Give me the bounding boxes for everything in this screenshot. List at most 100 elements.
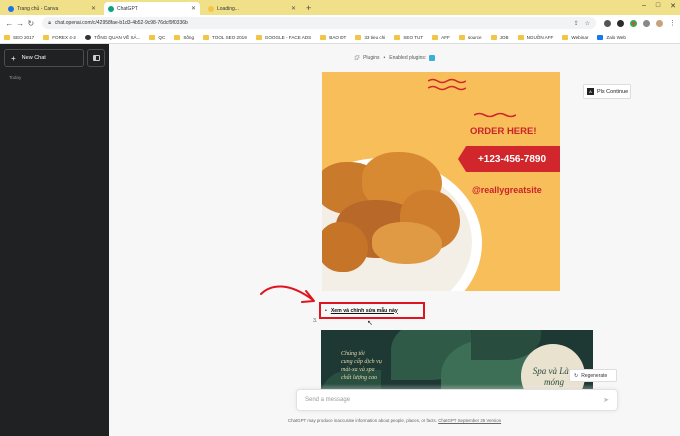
extension-icon[interactable]: [603, 19, 611, 27]
decor-wave-icon: [428, 85, 466, 91]
bookmark-item[interactable]: QC: [149, 34, 165, 40]
folder-icon: [458, 34, 465, 40]
browser-tab-loading[interactable]: Loading... ✕: [204, 2, 300, 15]
close-tab-icon[interactable]: ✕: [91, 5, 96, 12]
decor-wave-icon: [474, 112, 516, 118]
lock-icon: 🔒︎: [48, 20, 51, 26]
pls-continue-button[interactable]: A Pls Continue: [583, 84, 631, 99]
red-arrow-annotation-icon: [260, 285, 315, 303]
website-handle-text: @reallygreatsite: [472, 185, 542, 195]
section-heading-today: Today: [9, 75, 22, 80]
chat-main: 🧩︎ Plugins • Enabled plugins: ORDER HERE…: [109, 44, 680, 436]
folder-icon: [4, 34, 10, 40]
extension-icon[interactable]: [642, 19, 650, 27]
bookmark-item[interactable]: Webinar: [562, 34, 588, 40]
list-number: 3.: [313, 318, 318, 324]
folder-icon: [149, 34, 156, 40]
back-icon[interactable]: ←: [4, 19, 15, 28]
bookmark-item[interactable]: NGUỒN AFF: [517, 34, 553, 40]
fried-chicken-poster-image: ORDER HERE! +123-456-7890 @reallygreatsi…: [322, 72, 560, 291]
loading-favicon-icon: [208, 5, 214, 12]
regenerate-button[interactable]: ↻ Regenerate: [569, 369, 617, 382]
bookmarks-bar: SEO 2017 FOREX 4-2 TỔNG QUAN VỀ SẢ... QC…: [0, 31, 680, 44]
fried-chicken-piece: [322, 222, 368, 272]
folder-icon: [320, 34, 327, 40]
close-window-icon[interactable]: ✕: [670, 2, 676, 10]
reload-icon[interactable]: ↻: [26, 19, 37, 28]
order-here-text: ORDER HERE!: [470, 126, 537, 137]
separator: •: [383, 55, 386, 61]
close-tab-icon[interactable]: ✕: [191, 5, 196, 12]
menu-icon[interactable]: ⋮: [669, 19, 676, 27]
bookmark-item[interactable]: AFF: [432, 34, 450, 40]
browser-tab-chatgpt[interactable]: ChatGPT ✕: [104, 2, 200, 15]
decor-wave-icon: [428, 78, 466, 84]
folder-icon: [432, 34, 439, 40]
bookmark-item[interactable]: 33 tieu chi: [355, 34, 385, 40]
minimize-icon[interactable]: –: [642, 2, 646, 10]
maximize-icon[interactable]: □: [656, 2, 660, 10]
plus-icon: +: [11, 53, 16, 63]
bookmark-item[interactable]: BAO ĐT: [320, 34, 346, 40]
spa-poster-text: Chúng tôi cung cấp dịch vụ mát-xa và spa…: [341, 351, 382, 381]
highlighted-edit-link: • Xem và chỉnh sửa mẫu này: [319, 302, 425, 319]
profile-avatar[interactable]: [655, 19, 663, 27]
bookmark-item[interactable]: GOOGLE - FACE ADS: [255, 34, 311, 40]
edit-template-link[interactable]: Xem và chỉnh sửa mẫu này: [331, 308, 398, 314]
folder-icon: [43, 34, 50, 40]
plugin-icon: [429, 55, 436, 61]
browser-toolbar: ← → ↻ 🔒︎ chat.openai.com/c/42958fae-b1d3…: [0, 15, 680, 31]
puzzle-icon: 🧩︎: [353, 55, 361, 61]
bookmark-item[interactable]: TOOL SEO 2019: [203, 34, 247, 40]
bookmark-item[interactable]: Sống: [174, 34, 194, 40]
version-link[interactable]: ChatGPT September 25 Version: [438, 418, 501, 423]
folder-icon: [394, 34, 401, 40]
share-icon[interactable]: ⇪: [574, 20, 579, 27]
sidebar-panel-icon: [92, 55, 100, 61]
continue-label: Pls Continue: [597, 88, 629, 95]
new-tab-button[interactable]: +: [306, 2, 311, 15]
refresh-icon: ↻: [574, 372, 579, 379]
zalo-icon: [597, 34, 604, 40]
folder-icon: [203, 34, 210, 40]
folder-icon: [562, 34, 569, 40]
bookmark-item[interactable]: source: [458, 34, 482, 40]
canva-favicon-icon: [8, 5, 14, 12]
bookmark-item[interactable]: Zalo Web: [597, 34, 626, 40]
extension-icon[interactable]: [629, 19, 637, 27]
extension-icon[interactable]: [616, 19, 624, 27]
tab-title: ChatGPT: [117, 5, 138, 12]
send-icon[interactable]: ➤: [603, 396, 609, 404]
mouse-cursor-icon: ↖: [367, 320, 373, 327]
browser-tab-canva[interactable]: Trang chủ - Canva ✕: [4, 2, 100, 15]
user-avatar: A: [587, 88, 594, 95]
tab-title: Loading...: [217, 5, 239, 12]
globe-icon: [84, 34, 91, 40]
bookmark-item[interactable]: JOB: [490, 34, 509, 40]
browser-tabstrip: Trang chủ - Canva ✕ ChatGPT ✕ Loading...…: [0, 0, 680, 15]
address-bar[interactable]: 🔒︎ chat.openai.com/c/42958fae-b1d3-4b52-…: [42, 17, 596, 29]
chat-sidebar: + New Chat Today: [0, 44, 109, 436]
new-chat-label: New Chat: [21, 55, 46, 61]
message-composer[interactable]: Send a message ➤: [296, 389, 618, 411]
bookmark-item[interactable]: SEO 2017: [4, 34, 34, 40]
window-controls: – □ ✕: [642, 2, 676, 10]
folder-icon: [255, 34, 262, 40]
message-input[interactable]: Send a message: [305, 397, 350, 403]
disclaimer-text: ChatGPT may produce inaccurate informati…: [287, 418, 502, 423]
plugins-bar[interactable]: 🧩︎ Plugins • Enabled plugins:: [109, 44, 680, 72]
bookmark-star-icon[interactable]: ☆: [585, 20, 590, 27]
forward-icon[interactable]: →: [15, 19, 26, 28]
folder-icon: [355, 34, 362, 40]
close-tab-icon[interactable]: ✕: [291, 5, 296, 12]
enabled-plugins-label: Enabled plugins:: [389, 55, 427, 61]
bookmark-item[interactable]: FOREX 4-2: [43, 34, 76, 40]
phone-banner: +123-456-7890: [458, 146, 560, 172]
bookmark-item[interactable]: TỔNG QUAN VỀ SẢ...: [84, 34, 140, 40]
toggle-sidebar-button[interactable]: [87, 49, 105, 67]
folder-icon: [490, 34, 497, 40]
folder-icon: [174, 34, 181, 40]
bookmark-item[interactable]: SEO TUT: [394, 34, 423, 40]
new-chat-button[interactable]: + New Chat: [4, 49, 84, 67]
regenerate-label: Regenerate: [581, 372, 608, 379]
